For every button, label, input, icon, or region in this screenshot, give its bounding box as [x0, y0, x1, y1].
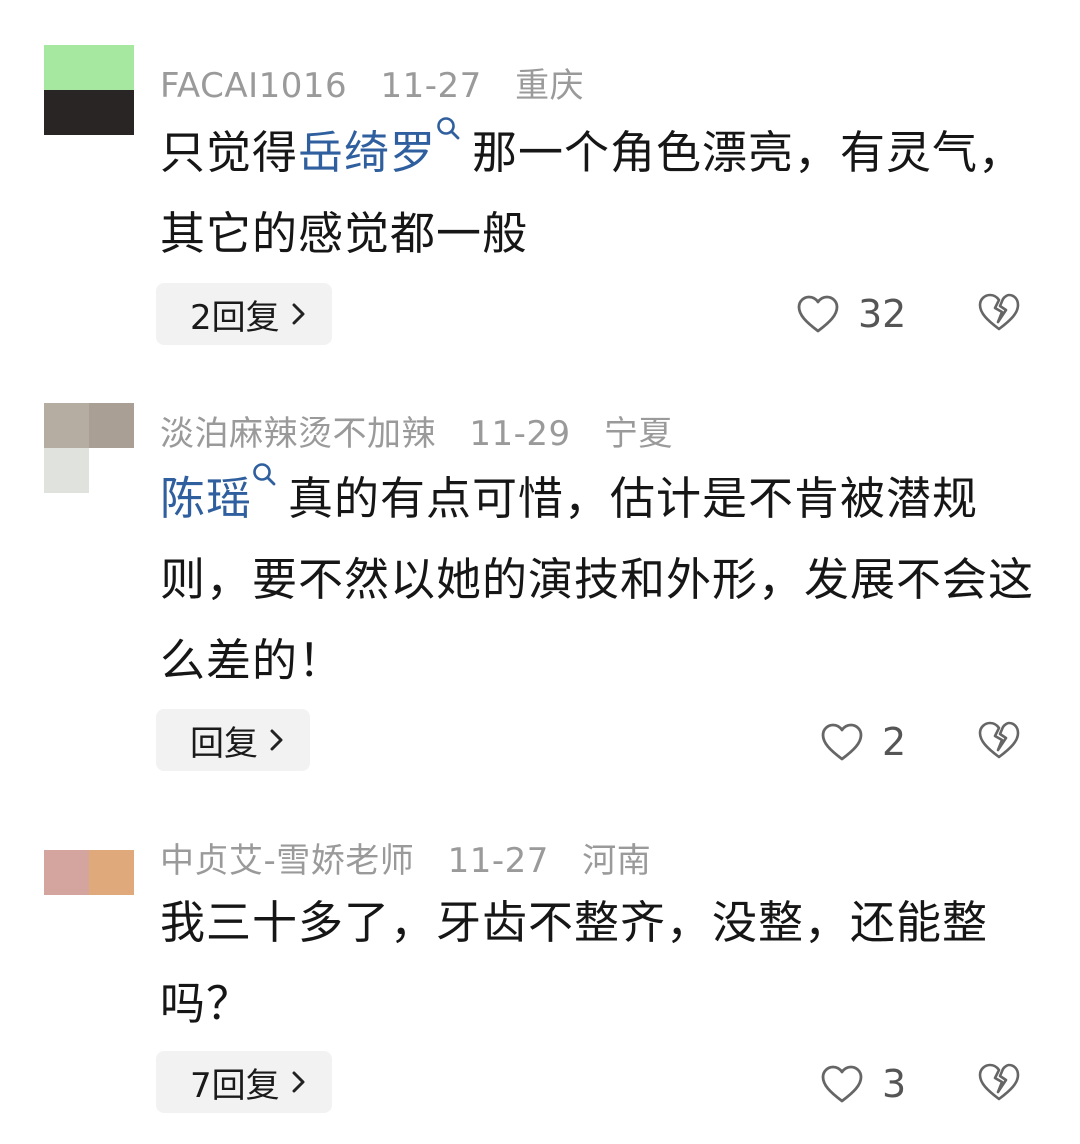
like-button[interactable]: 2: [820, 720, 906, 764]
dislike-button[interactable]: [976, 292, 1022, 336]
like-count: 2: [882, 720, 907, 764]
like-count: 3: [882, 1062, 907, 1106]
avatar[interactable]: [44, 850, 134, 895]
reply-label: 7回复: [190, 1065, 280, 1106]
like-count: 32: [858, 292, 907, 336]
search-icon[interactable]: [436, 116, 462, 142]
username[interactable]: 中贞艾-雪娇老师: [160, 841, 414, 881]
reply-label: 回复: [190, 723, 258, 764]
broken-heart-icon: [978, 1063, 1020, 1101]
comment-location: 宁夏: [603, 414, 673, 454]
comment-text: 只觉得岳绮罗 那一个角色漂亮，有灵气，其它的感觉都一般: [160, 112, 1040, 274]
dislike-button[interactable]: [976, 1062, 1022, 1106]
avatar[interactable]: [44, 403, 134, 493]
broken-heart-icon: [978, 721, 1020, 759]
chevron-right-icon: [292, 302, 306, 326]
like-button[interactable]: 32: [796, 292, 906, 336]
comment-text-suffix: 真的有点可惜，估计是不肯被潜规则，要不然以她的演技和外形，发展不会这么差的！: [160, 472, 1035, 687]
comment-date: 11-29: [469, 414, 571, 454]
comment-text-prefix: 只觉得: [160, 126, 299, 179]
reply-button[interactable]: 7回复: [156, 1051, 332, 1113]
dislike-button[interactable]: [976, 720, 1022, 764]
comment-meta: 淡泊麻辣烫不加辣 11-29 宁夏: [160, 406, 695, 455]
heart-outline-icon: [821, 723, 863, 761]
mention-link[interactable]: 岳绮罗: [298, 126, 436, 179]
avatar[interactable]: [44, 45, 134, 135]
comment-text-suffix: 我三十多了，牙齿不整齐，没整，还能整吗？: [160, 896, 989, 1030]
broken-heart-icon: [978, 293, 1020, 331]
comment-meta: FACAI1016 11-27 重庆: [160, 58, 606, 107]
chevron-right-icon: [292, 1070, 306, 1094]
comment-location: 河南: [582, 841, 652, 881]
heart-outline-icon: [821, 1065, 863, 1103]
chevron-right-icon: [270, 728, 284, 752]
username[interactable]: FACAI1016: [160, 66, 347, 106]
reply-label: 2回复: [190, 297, 280, 338]
comment-date: 11-27: [380, 66, 482, 106]
mention-link[interactable]: 陈瑶: [160, 472, 252, 525]
search-icon[interactable]: [252, 462, 278, 488]
comment-text: 陈瑶 真的有点可惜，估计是不肯被潜规则，要不然以她的演技和外形，发展不会这么差的！: [160, 458, 1040, 701]
comment-date: 11-27: [447, 841, 549, 881]
comment-text: 我三十多了，牙齿不整齐，没整，还能整吗？: [160, 882, 1040, 1044]
reply-button[interactable]: 2回复: [156, 283, 332, 345]
username[interactable]: 淡泊麻辣烫不加辣: [160, 414, 436, 454]
comment-location: 重庆: [515, 66, 585, 106]
like-button[interactable]: 3: [820, 1062, 906, 1106]
comment-meta: 中贞艾-雪娇老师 11-27 河南: [160, 833, 673, 882]
reply-button[interactable]: 回复: [156, 709, 310, 771]
heart-outline-icon: [797, 295, 839, 333]
